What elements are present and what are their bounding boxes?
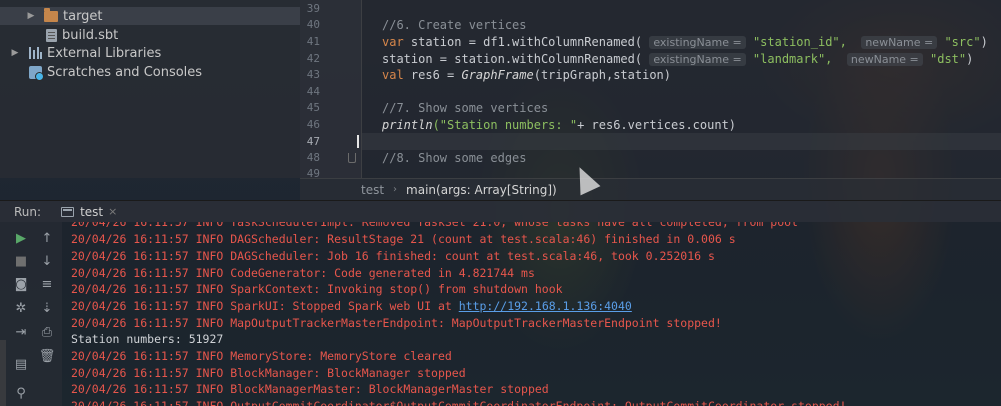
code-text: ) (980, 35, 988, 49)
string-literal: "src" (937, 35, 981, 49)
camera-icon[interactable]: ◙ (13, 276, 29, 292)
tree-item-label: target (63, 8, 103, 24)
console-line-output: Station numbers: 51927 (71, 332, 224, 346)
code-text: (tripGraph,station) (533, 68, 672, 82)
up-arrow-icon[interactable]: ↑ (39, 230, 55, 246)
tree-item-scratches[interactable]: Scratches and Consoles (0, 63, 300, 81)
line-number: 42 (306, 52, 320, 65)
string-literal: "landmark", (745, 52, 833, 66)
console-output[interactable]: 20/04/26 16:11:57 INFO TaskSchedulerImpl… (62, 222, 1001, 406)
trash-icon[interactable]: 🗑 (39, 348, 56, 364)
line-number: 44 (306, 85, 320, 98)
run-tab-test[interactable]: test × (55, 201, 123, 223)
console-line: 20/04/26 16:11:57 INFO DAGScheduler: Res… (71, 232, 736, 246)
bug-icon[interactable]: ✲ (13, 300, 29, 316)
console-line: 20/04/26 16:11:57 INFO MapOutputTrackerM… (71, 316, 722, 330)
console-text: 20/04/26 16:11:57 INFO SparkUI: Stopped … (71, 299, 459, 313)
close-icon[interactable]: × (108, 205, 117, 218)
side-tool-strip[interactable] (0, 340, 6, 406)
function-name: println (382, 118, 433, 132)
console-line: 20/04/26 16:11:57 INFO BlockManager: Blo… (71, 366, 466, 380)
code-editor[interactable]: 39 40 41 42 43 44 45 46 47 48 49 //6. Cr… (300, 0, 1001, 180)
string-literal: "station_id", (745, 35, 847, 49)
line-number: 39 (306, 2, 320, 15)
text-caret (357, 135, 359, 148)
function-name: GraphFrame (461, 68, 534, 82)
code-line: //7. Show some vertices (382, 101, 549, 115)
tree-item-label: External Libraries (47, 45, 162, 61)
line-number: 43 (306, 68, 320, 81)
run-tab-label: test (80, 204, 104, 219)
console-line: 20/04/26 16:11:57 INFO DAGScheduler: Job… (71, 249, 715, 263)
layout-icon[interactable]: ▤ (13, 356, 29, 372)
code-line: //6. Create vertices (382, 18, 527, 32)
console-line: 20/04/26 16:11:57 INFO MemoryStore: Memo… (71, 349, 452, 363)
login-icon[interactable]: ⇥ (13, 324, 29, 340)
run-panel-header: Run: test × (0, 200, 1001, 222)
line-number: 47 (306, 135, 320, 148)
down-arrow-icon[interactable]: ↓ (39, 253, 55, 269)
chevron-right-icon: › (393, 184, 398, 195)
code-text: res6 = (403, 68, 462, 82)
tree-item-label: build.sbt (62, 27, 119, 43)
spark-ui-link[interactable]: http://192.168.1.136:4040 (459, 299, 632, 313)
console-tab-icon (61, 206, 75, 217)
line-number: 40 (306, 18, 320, 31)
chevron-right-icon[interactable]: ▶ (26, 11, 36, 21)
stop-icon[interactable]: ■ (13, 253, 29, 269)
code-line: var station = df1.withColumnRenamed( exi… (382, 34, 988, 50)
tree-item-target[interactable]: ▶ target (0, 7, 300, 25)
breadcrumb-method[interactable]: main(args: Array[String]) (406, 183, 557, 197)
breadcrumb: test › main(args: Array[String]) (300, 178, 1001, 200)
fold-marker-icon[interactable] (348, 153, 356, 163)
console-line: 20/04/26 16:11:57 INFO TaskSchedulerImpl… (71, 222, 798, 229)
wrap-icon[interactable]: ≡ (39, 276, 55, 292)
line-number: 45 (306, 101, 320, 114)
string-literal: "dst" (922, 52, 967, 66)
code-line: station = station.withColumnRenamed( exi… (382, 51, 973, 67)
code-line: //8. Show some edges (382, 151, 527, 165)
code-text: + res6.vertices.count) (577, 118, 737, 132)
code-line: val res6 = GraphFrame(tripGraph,station) (382, 67, 671, 83)
tree-item-label: Scratches and Consoles (47, 64, 203, 80)
tree-item-build-sbt[interactable]: build.sbt (0, 26, 300, 44)
code-text: station = station.withColumnRenamed( (382, 52, 643, 66)
editor-gutter[interactable]: 39 40 41 42 43 44 45 46 47 48 49 (300, 0, 362, 180)
folder-icon (44, 7, 58, 22)
console-line: 20/04/26 16:11:57 INFO BlockManagerMaste… (71, 382, 549, 396)
line-number: 48 (306, 151, 320, 164)
print-icon[interactable]: ⎙ (39, 324, 55, 340)
breadcrumb-object[interactable]: test (361, 183, 384, 197)
console-line: 20/04/26 16:11:57 INFO SparkContext: Inv… (71, 282, 563, 296)
code-text: station = df1.withColumnRenamed( (403, 35, 643, 49)
play-icon[interactable]: ▶ (13, 230, 29, 246)
code-line: println("Station numbers: "+ res6.vertic… (382, 117, 736, 133)
param-hint: newName = (846, 53, 923, 66)
library-icon (29, 47, 42, 59)
param-hint: existingName = (649, 36, 746, 49)
run-title: Run: (14, 204, 42, 219)
console-line: 20/04/26 16:11:57 INFO OutputCommitCoord… (71, 399, 847, 406)
current-line-highlight (362, 133, 1001, 150)
project-tree: ▶ target build.sbt ▶ External Libraries … (0, 0, 300, 178)
pin-icon[interactable]: ⚲ (13, 385, 29, 401)
tree-item-external-libraries[interactable]: ▶ External Libraries (0, 44, 300, 62)
scratches-icon (29, 65, 44, 81)
string-literal: ("Station numbers: " (432, 118, 578, 132)
param-hint: existingName = (649, 53, 746, 66)
code-text: ) (966, 52, 974, 66)
line-number: 41 (306, 35, 320, 48)
keyword: val (382, 68, 404, 82)
param-hint: newName = (861, 36, 938, 49)
console-line: 20/04/26 16:11:57 INFO SparkUI: Stopped … (71, 298, 632, 315)
keyword: var (382, 35, 404, 49)
run-toolbar: ▶ ↑ ■ ↓ ◙ ≡ ✲ ⇣ ⇥ ⎙ ▤ 🗑 ⚲ (0, 222, 62, 406)
line-number: 46 (306, 118, 320, 131)
console-line: 20/04/26 16:11:57 INFO CodeGenerator: Co… (71, 266, 535, 280)
chevron-right-icon[interactable]: ▶ (10, 48, 20, 58)
scroll-end-icon[interactable]: ⇣ (39, 300, 55, 316)
sbt-file-icon (46, 28, 57, 42)
